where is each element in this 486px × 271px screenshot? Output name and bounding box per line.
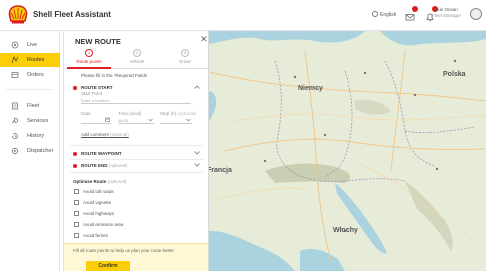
step-label: Route points: [76, 59, 102, 64]
sidebar-item-label: Orders: [27, 72, 44, 78]
sidebar-item-label: History: [27, 133, 45, 139]
step-number: 2: [133, 49, 141, 57]
section-divider: [70, 145, 204, 146]
avoid-emission-area-checkbox[interactable]: [74, 222, 79, 227]
services-icon: [11, 117, 18, 124]
required-fields-note: Please fill in the *Required Fields: [81, 73, 148, 78]
avoid-vignette-checkbox[interactable]: [74, 200, 79, 205]
route-end-optional: (optional): [108, 163, 128, 168]
globe-icon: [372, 11, 378, 17]
step-driver[interactable]: 3 Driver: [165, 49, 205, 64]
map-view[interactable]: Niemcy Francja Włochy Polska: [205, 31, 486, 271]
new-route-panel: NEW ROUTE ✕ 1 Route points 2 Vehicle 3 D…: [63, 31, 209, 271]
chevron-down-icon[interactable]: [194, 163, 200, 167]
section-divider: [70, 172, 204, 173]
active-step-indicator: [67, 67, 111, 69]
live-icon: [11, 41, 19, 49]
start-location-input[interactable]: Enter a location: [81, 96, 191, 104]
sidebar-item-label: Services: [27, 118, 49, 124]
panel-title: NEW ROUTE: [75, 37, 121, 46]
sidebar-item-routes[interactable]: Routes: [0, 53, 60, 67]
time-value: 14:00: [118, 118, 129, 123]
route-start-marker: [73, 86, 77, 90]
avatar[interactable]: [470, 8, 482, 20]
step-number: 3: [181, 49, 189, 57]
sidebar: Live Routes Orders Fleet Services Histor…: [0, 31, 60, 271]
sidebar-item-label: Dispatcher: [27, 148, 54, 154]
routes-icon: [11, 56, 19, 64]
user-role: Fleet Manager: [432, 13, 462, 18]
chevron-down-icon[interactable]: [194, 151, 200, 155]
map-label-francja: Francja: [207, 167, 232, 174]
sidebar-item-label: Live: [27, 42, 38, 48]
fleet-icon: [12, 102, 18, 110]
notification-badge: [412, 6, 418, 12]
optimise-route-label: Optimise Route: [73, 179, 107, 184]
map-label-polska: Polska: [443, 71, 466, 78]
section-divider: [70, 159, 204, 160]
chevron-down-icon: [148, 118, 153, 122]
step-number: 1: [85, 49, 93, 57]
sidebar-item-services[interactable]: Services: [0, 114, 60, 128]
history-icon: [12, 133, 18, 139]
map-label-niemcy: Niemcy: [298, 85, 323, 92]
user-info[interactable]: Sue Ocean Fleet Manager: [432, 7, 461, 19]
chevron-up-icon[interactable]: [194, 85, 200, 89]
optimise-route-title: Optimise Route (optional): [73, 179, 126, 184]
top-bar: Shell Fleet Assistant English Sue Ocean …: [0, 0, 486, 31]
option-label: Avoid vignette: [83, 200, 112, 205]
step-vehicle[interactable]: 2 Vehicle: [117, 49, 157, 64]
add-comment-link[interactable]: Add comment (optional): [81, 132, 129, 137]
calendar-icon[interactable]: [105, 117, 110, 122]
sidebar-item-label: Routes: [27, 57, 45, 63]
sidebar-item-live[interactable]: Live: [0, 38, 60, 52]
avoid-highways-checkbox[interactable]: [74, 211, 79, 216]
step-label: Vehicle: [129, 59, 145, 64]
close-icon[interactable]: ✕: [200, 34, 208, 45]
option-label: Avoid toll roads: [83, 189, 114, 194]
option-label: Avoid emission area: [83, 222, 124, 227]
sidebar-item-label: Fleet: [27, 103, 40, 109]
step-label: Driver: [179, 59, 191, 64]
orders-icon: [11, 72, 19, 78]
map-label-wlochy: Włochy: [333, 227, 358, 234]
option-label: Avoid highways: [83, 211, 115, 216]
stop-duration-select[interactable]: [160, 116, 192, 124]
date-input[interactable]: [81, 116, 111, 124]
footer-hint: Fill all route points to help us plan yo…: [73, 248, 175, 253]
route-end-marker: [73, 164, 77, 168]
chevron-down-icon: [186, 118, 191, 122]
envelope-icon: [405, 14, 415, 21]
route-end-title[interactable]: ROUTE END (optional): [81, 163, 128, 168]
route-start-title: ROUTE START: [81, 85, 113, 90]
sidebar-item-history[interactable]: History: [0, 129, 60, 143]
app-title: Shell Fleet Assistant: [33, 10, 111, 19]
sidebar-item-fleet[interactable]: Fleet: [0, 99, 60, 113]
avoid-toll-roads-checkbox[interactable]: [74, 189, 79, 194]
step-route-points[interactable]: 1 Route points: [69, 49, 109, 64]
europe-map[interactable]: [205, 31, 486, 271]
shell-logo-icon[interactable]: [8, 5, 28, 25]
add-comment-optional: (optional): [110, 132, 129, 137]
optimise-route-optional: (optional): [107, 179, 127, 184]
sidebar-item-dispatcher[interactable]: Dispatcher: [0, 144, 60, 158]
add-comment-label: Add comment: [81, 132, 109, 137]
language-label: English: [380, 12, 397, 18]
sidebar-item-orders[interactable]: Orders: [0, 68, 60, 82]
dispatcher-icon: [11, 147, 19, 155]
option-label: Avoid ferries: [83, 233, 108, 238]
confirm-button[interactable]: Confirm: [86, 261, 130, 271]
notifications-button[interactable]: [405, 6, 418, 21]
route-waypoint-marker: [73, 152, 77, 156]
sidebar-divider: [6, 89, 54, 90]
time-select[interactable]: 14:00: [118, 116, 154, 124]
language-selector[interactable]: English: [372, 11, 396, 18]
route-end-title-text: ROUTE END: [81, 163, 108, 168]
route-waypoint-title[interactable]: ROUTE WAYPOINT: [81, 151, 122, 156]
avoid-ferries-checkbox[interactable]: [74, 233, 79, 238]
